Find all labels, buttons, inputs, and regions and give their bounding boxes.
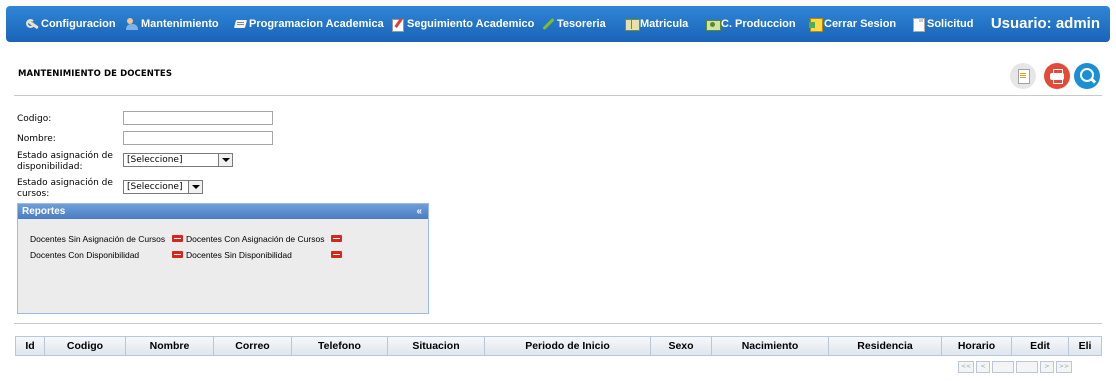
column-header-edit[interactable]: Edit bbox=[1012, 337, 1069, 355]
docentes-table-header: Id Codigo Nombre Correo Telefono Situaci… bbox=[15, 336, 1102, 356]
disponibilidad-label-line1: Estado asignación de bbox=[17, 151, 113, 161]
page-number-box[interactable] bbox=[992, 361, 1014, 373]
report-link-con-disponibilidad[interactable]: Docentes Con Disponibilidad bbox=[30, 250, 139, 260]
print-button[interactable] bbox=[1044, 63, 1070, 89]
nav-tesoreria[interactable]: Tesoreria bbox=[542, 6, 606, 42]
column-header-horario[interactable]: Horario bbox=[942, 337, 1012, 355]
column-header-id[interactable]: Id bbox=[16, 337, 45, 355]
nav-programacion-academica[interactable]: Programacion Academica bbox=[234, 6, 384, 42]
column-header-situacion[interactable]: Situacion bbox=[388, 337, 485, 355]
nav-label: Cerrar Sesion bbox=[824, 18, 897, 30]
cursos-selected-value: [Seleccione] bbox=[127, 182, 183, 192]
reportes-panel: Reportes « Docentes Sin Asignación de Cu… bbox=[17, 203, 429, 314]
pdf-icon[interactable] bbox=[172, 235, 183, 242]
nav-seguimiento-academico[interactable]: Seguimiento Academico bbox=[392, 6, 534, 42]
nav-label: Seguimiento Academico bbox=[407, 18, 535, 30]
nav-mantenimiento[interactable]: Mantenimiento bbox=[126, 6, 219, 42]
column-header-sexo[interactable]: Sexo bbox=[651, 337, 712, 355]
nombre-input[interactable] bbox=[123, 131, 273, 145]
section-divider bbox=[14, 323, 1102, 324]
next-page-button[interactable]: > bbox=[1040, 361, 1054, 373]
disponibilidad-select[interactable]: [Seleccione] bbox=[123, 153, 233, 167]
chevron-down-icon[interactable] bbox=[188, 181, 202, 193]
nav-cerrar-sesion[interactable]: Cerrar Sesion bbox=[809, 6, 896, 42]
nombre-label: Nombre: bbox=[17, 134, 56, 144]
column-header-eli[interactable]: Eli bbox=[1069, 337, 1101, 355]
nav-label: C. Produccion bbox=[721, 18, 796, 30]
top-nav-bar: Configuracion Mantenimiento Programacion… bbox=[6, 6, 1110, 42]
last-page-button[interactable]: >> bbox=[1056, 361, 1072, 373]
cursos-select[interactable]: [Seleccione] bbox=[123, 180, 203, 194]
wrench-icon bbox=[26, 18, 39, 30]
codigo-input[interactable] bbox=[123, 111, 273, 125]
book-icon bbox=[625, 18, 640, 31]
nav-label: Mantenimiento bbox=[141, 18, 219, 30]
column-header-residencia[interactable]: Residencia bbox=[829, 337, 942, 355]
first-page-button[interactable]: << bbox=[958, 361, 974, 373]
chevron-down-icon[interactable] bbox=[218, 154, 232, 166]
page-count-box bbox=[1016, 361, 1038, 373]
users-icon bbox=[126, 18, 139, 30]
document-icon bbox=[912, 18, 925, 32]
column-header-periodo-inicio[interactable]: Periodo de Inicio bbox=[485, 337, 651, 355]
nav-c-produccion[interactable]: C. Produccion bbox=[706, 6, 796, 42]
column-header-nombre[interactable]: Nombre bbox=[126, 337, 214, 355]
cursos-label-line1: Estado asignación de bbox=[17, 178, 113, 188]
money-icon bbox=[706, 18, 721, 31]
nav-label: Solicitud bbox=[927, 18, 974, 30]
disponibilidad-selected-value: [Seleccione] bbox=[127, 155, 183, 165]
column-header-telefono[interactable]: Telefono bbox=[292, 337, 388, 355]
header-divider bbox=[14, 95, 1102, 96]
reportes-panel-header[interactable]: Reportes « bbox=[18, 204, 428, 219]
notepad-icon bbox=[392, 18, 405, 32]
report-link-sin-disponibilidad[interactable]: Docentes Sin Disponibilidad bbox=[186, 250, 292, 260]
nav-label: Matricula bbox=[640, 18, 689, 30]
prev-page-button[interactable]: < bbox=[976, 361, 990, 373]
column-header-codigo[interactable]: Codigo bbox=[45, 337, 126, 355]
new-document-button[interactable] bbox=[1010, 63, 1036, 89]
column-header-nacimiento[interactable]: Nacimiento bbox=[712, 337, 829, 355]
nav-label: Configuracion bbox=[41, 18, 116, 30]
pdf-icon[interactable] bbox=[172, 251, 183, 258]
collapse-icon[interactable]: « bbox=[416, 204, 422, 219]
nav-label: Tesoreria bbox=[557, 18, 606, 30]
codigo-label: Codigo: bbox=[17, 114, 52, 124]
search-button[interactable] bbox=[1074, 63, 1100, 89]
column-header-correo[interactable]: Correo bbox=[214, 337, 292, 355]
nav-label: Programacion Academica bbox=[249, 18, 384, 30]
nav-configuracion[interactable]: Configuracion bbox=[26, 6, 116, 42]
pdf-icon[interactable] bbox=[331, 235, 342, 242]
graduation-icon bbox=[234, 18, 247, 30]
reportes-panel-title: Reportes bbox=[22, 206, 66, 217]
disponibilidad-label-line2: disponibilidad: bbox=[17, 162, 83, 172]
pagination: << < > >> bbox=[958, 361, 1074, 373]
nav-matricula[interactable]: Matricula bbox=[625, 6, 688, 42]
cursos-label-line2: cursos: bbox=[17, 189, 50, 199]
report-link-con-asignacion-cursos[interactable]: Docentes Con Asignación de Cursos bbox=[186, 234, 324, 244]
pdf-icon[interactable] bbox=[331, 251, 342, 258]
pen-icon bbox=[542, 18, 555, 30]
report-link-sin-asignacion-cursos[interactable]: Docentes Sin Asignación de Cursos bbox=[30, 234, 165, 244]
user-label: Usuario: admin bbox=[990, 15, 1100, 32]
exit-door-icon bbox=[809, 18, 823, 32]
nav-solicitud[interactable]: Solicitud bbox=[912, 6, 973, 42]
page-title: MANTENIMIENTO DE DOCENTES bbox=[18, 69, 173, 79]
